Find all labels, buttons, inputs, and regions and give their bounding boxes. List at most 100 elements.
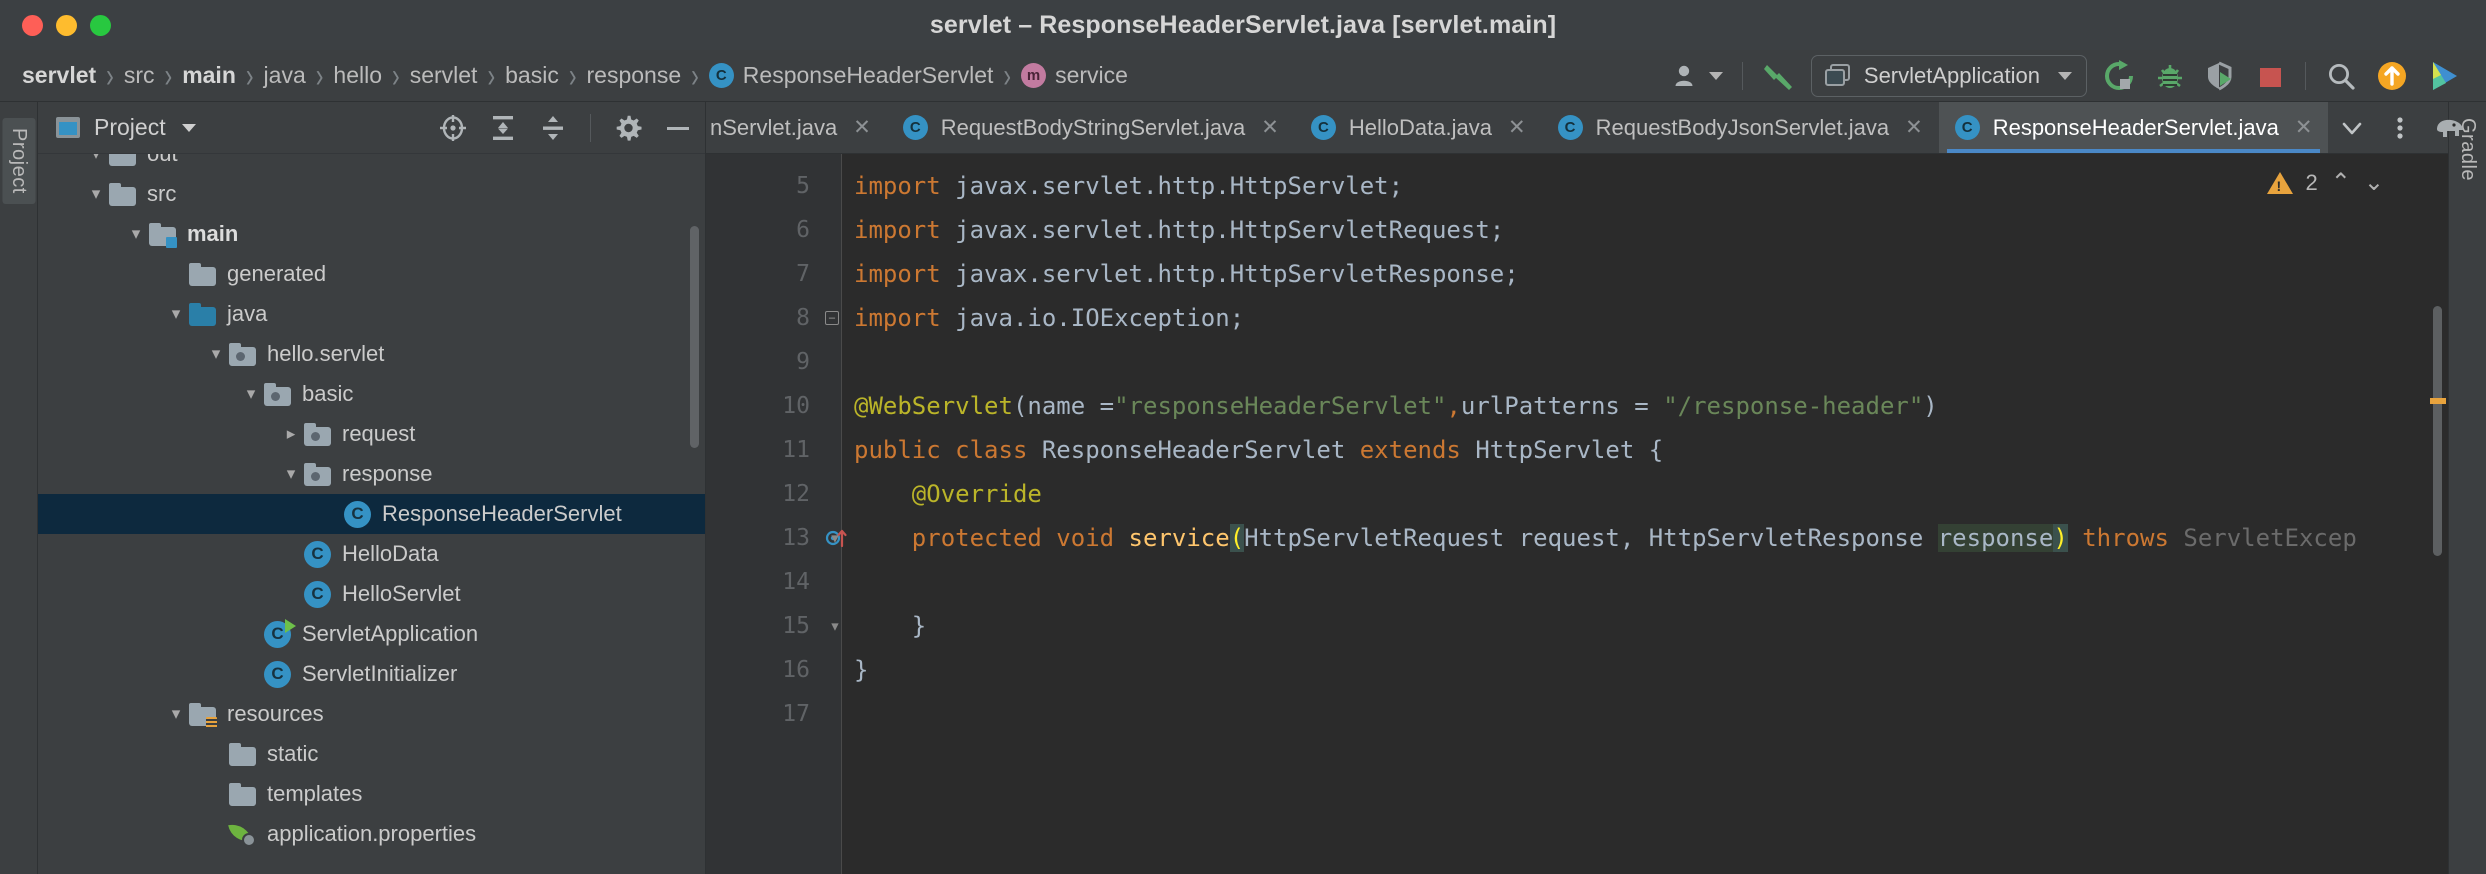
previous-problem-button[interactable]: ⌃ xyxy=(2331,168,2351,197)
update-button[interactable] xyxy=(2366,56,2418,96)
editor-vertical-scrollbar[interactable] xyxy=(2433,306,2442,556)
tree-node-hello-servlet[interactable]: ▾ hello.servlet xyxy=(38,334,705,374)
tree-node-response[interactable]: ▾ response xyxy=(38,454,705,494)
hide-panel-button[interactable] xyxy=(655,110,701,146)
collapse-all-button[interactable] xyxy=(530,110,576,146)
stop-button[interactable] xyxy=(2245,56,2295,96)
close-icon[interactable]: ✕ xyxy=(1905,115,1923,140)
chevron-down-icon[interactable]: ▾ xyxy=(278,464,304,484)
tree-node-templates[interactable]: ▾ templates xyxy=(38,774,705,814)
tree-node-hello-data[interactable]: ▾ C HelloData xyxy=(38,534,705,574)
chevron-down-icon[interactable]: ▾ xyxy=(163,704,189,724)
tree-node-java[interactable]: ▾ java xyxy=(38,294,705,334)
code-line-7[interactable]: 7 import javax.servlet.http.HttpServletR… xyxy=(706,252,2448,296)
project-tree-scrollbar[interactable] xyxy=(690,226,699,448)
tree-node-static[interactable]: ▾ static xyxy=(38,734,705,774)
breadcrumb-item-response[interactable]: response xyxy=(583,62,686,89)
tree-node-main[interactable]: ▾ main xyxy=(38,214,705,254)
code-line-12[interactable]: 12 @Override xyxy=(706,472,2448,516)
tree-node-resources[interactable]: ▾ resources xyxy=(38,694,705,734)
chevron-down-icon[interactable]: ▾ xyxy=(203,344,229,364)
breadcrumb-item-src[interactable]: src xyxy=(120,62,159,89)
breadcrumb-item-hello[interactable]: hello xyxy=(329,62,386,89)
editor-tab-request-body-json-servlet[interactable]: C RequestBodyJsonServlet.java ✕ xyxy=(1542,102,1939,153)
close-icon[interactable]: ✕ xyxy=(1261,115,1279,140)
expand-all-button[interactable] xyxy=(480,110,526,146)
debug-bug-icon xyxy=(2158,65,2182,88)
fold-method-icon[interactable]: ▾ xyxy=(828,528,842,547)
chevron-down-icon[interactable]: ▾ xyxy=(163,304,189,324)
run-with-coverage-button[interactable] xyxy=(2195,56,2245,96)
run-button[interactable] xyxy=(2093,56,2145,96)
editor-tab-request-body-string-servlet[interactable]: C RequestBodyStringServlet.java ✕ xyxy=(887,102,1295,153)
line-number: 10 xyxy=(782,393,810,419)
tab-options-button[interactable] xyxy=(2380,108,2420,148)
breadcrumb-label: hello xyxy=(333,62,383,88)
debug-button[interactable] xyxy=(2145,56,2195,96)
tree-node-servlet-initializer[interactable]: ▾ C ServletInitializer xyxy=(38,654,705,694)
code-line-9[interactable]: 9 xyxy=(706,340,2448,384)
breadcrumb-item-java[interactable]: java xyxy=(260,62,310,89)
build-project-button[interactable] xyxy=(1753,56,1805,96)
code-line-8[interactable]: 8 − import java.io.IOException; xyxy=(706,296,2448,340)
project-settings-button[interactable] xyxy=(605,110,651,146)
code-line-14[interactable]: 14 xyxy=(706,560,2448,604)
editor-tab-response-header-servlet[interactable]: C ResponseHeaderServlet.java ✕ xyxy=(1938,102,2329,153)
breadcrumb-item-servlet-pkg[interactable]: servlet xyxy=(406,62,482,89)
chevron-right-icon[interactable]: ▸ xyxy=(278,424,304,444)
close-icon[interactable]: ✕ xyxy=(853,115,871,140)
code-line-16[interactable]: 16 } xyxy=(706,648,2448,692)
editor-tab-clipped[interactable]: nServlet.java ✕ xyxy=(706,102,887,153)
tree-node-src[interactable]: ▾ src xyxy=(38,174,705,214)
next-problem-button[interactable]: ⌄ xyxy=(2364,168,2384,197)
breadcrumb-item-class[interactable]: C ResponseHeaderServlet xyxy=(705,62,998,89)
tree-node-servlet-application[interactable]: ▾ C ServletApplication xyxy=(38,614,705,654)
warning-marker-stripe[interactable] xyxy=(2430,398,2446,404)
run-configuration-selector[interactable]: ServletApplication xyxy=(1810,55,2087,97)
tree-node-generated[interactable]: ▾ generated xyxy=(38,254,705,294)
breadcrumb-separator-icon: › xyxy=(106,55,114,95)
code-param: urlPatterns = xyxy=(1460,392,1664,420)
fold-collapse-icon[interactable]: − xyxy=(825,311,839,325)
breadcrumb-separator-icon: › xyxy=(245,55,254,95)
tree-node-request[interactable]: ▸ request xyxy=(38,414,705,454)
inspection-widget[interactable]: 2 ⌃ ⌄ xyxy=(2266,168,2384,197)
breadcrumb-item-main[interactable]: main xyxy=(178,62,240,89)
show-tab-list-button[interactable] xyxy=(2328,108,2376,148)
breadcrumb-item-basic[interactable]: basic xyxy=(501,62,563,89)
gradle-elephant-button[interactable] xyxy=(2424,108,2476,148)
chevron-down-icon[interactable]: ▾ xyxy=(123,224,149,244)
tree-node-response-header-servlet[interactable]: ▾ C ResponseHeaderServlet xyxy=(38,494,705,534)
code-line-6[interactable]: 6 import javax.servlet.http.HttpServletR… xyxy=(706,208,2448,252)
code-line-5[interactable]: 5 import javax.servlet.http.HttpServlet; xyxy=(706,164,2448,208)
chevron-down-icon[interactable]: ▾ xyxy=(83,154,109,164)
ide-feature-button[interactable] xyxy=(2418,56,2472,96)
project-tree[interactable]: ▾ out ▾ src ▾ main ▾ xyxy=(38,154,705,874)
chevron-down-icon[interactable]: ▾ xyxy=(83,184,109,204)
select-opened-file-button[interactable] xyxy=(430,110,476,146)
breadcrumb-item-method[interactable]: m service xyxy=(1017,62,1132,89)
chevron-down-icon[interactable]: ▾ xyxy=(238,384,264,404)
code-editor[interactable]: 5 import javax.servlet.http.HttpServlet;… xyxy=(706,154,2448,874)
tree-node-basic[interactable]: ▾ basic xyxy=(38,374,705,414)
line-content: import javax.servlet.http.HttpServletRes… xyxy=(854,260,1519,288)
stripe-button-project[interactable]: Project xyxy=(2,118,35,204)
code-line-15[interactable]: 15 ▾ } xyxy=(706,604,2448,648)
chevron-down-icon[interactable] xyxy=(181,123,196,132)
tree-node-out[interactable]: ▾ out xyxy=(38,154,705,174)
code-line-11[interactable]: 11 public class ResponseHeaderServlet ex… xyxy=(706,428,2448,472)
tree-node-application-properties[interactable]: ▾ application.properties xyxy=(38,814,705,854)
code-line-17[interactable]: 17 xyxy=(706,692,2448,736)
toolbar-divider xyxy=(2305,62,2306,90)
breadcrumb-item-servlet[interactable]: servlet xyxy=(18,62,100,89)
search-everywhere-button[interactable] xyxy=(2316,56,2366,96)
user-account-button[interactable] xyxy=(1664,56,1732,96)
fold-end-icon[interactable]: ▾ xyxy=(828,616,842,635)
tree-node-hello-servlet-class[interactable]: ▾ C HelloServlet xyxy=(38,574,705,614)
line-number: 8 xyxy=(796,305,810,331)
close-icon[interactable]: ✕ xyxy=(2295,115,2313,140)
code-line-10[interactable]: 10 @WebServlet(name ="responseHeaderServ… xyxy=(706,384,2448,428)
code-line-13[interactable]: 13 ▾ protected void service(HttpServletR… xyxy=(706,516,2448,560)
editor-tab-hello-data[interactable]: C HelloData.java ✕ xyxy=(1295,102,1542,153)
close-icon[interactable]: ✕ xyxy=(1508,115,1526,140)
